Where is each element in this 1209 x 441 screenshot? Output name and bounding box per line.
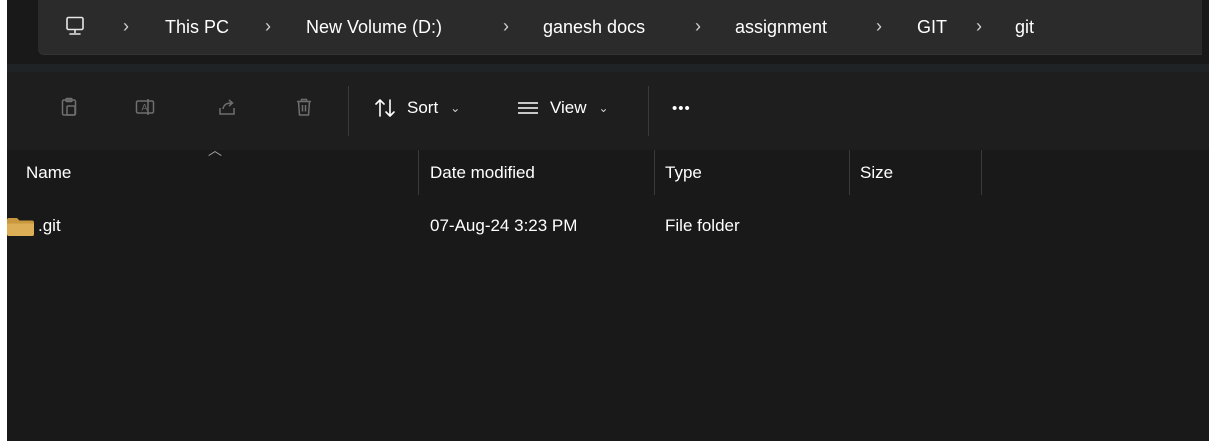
view-label: View [550, 98, 587, 117]
command-bar-divider [348, 86, 349, 136]
breadcrumb-new-volume[interactable]: New Volume (D:) [306, 17, 442, 38]
sort-label: Sort [407, 98, 439, 117]
sort-arrows-icon [375, 99, 395, 117]
breadcrumb-git-upper[interactable]: GIT [917, 17, 947, 38]
breadcrumb-separator[interactable]: › [503, 16, 509, 37]
column-header-date-modified[interactable]: Date modified [430, 163, 535, 183]
computer-monitor-icon[interactable] [64, 15, 86, 37]
more-options-button[interactable]: ••• [672, 95, 691, 121]
breadcrumb-separator[interactable]: › [123, 16, 129, 37]
column-header-name[interactable]: Name [26, 163, 71, 183]
sort-button[interactable]: Sort ⌄ [373, 95, 460, 121]
sort-ascending-caret-icon: ︿ [208, 142, 222, 158]
breadcrumb-separator[interactable]: › [265, 16, 271, 37]
svg-text:A: A [142, 103, 148, 113]
chevron-down-icon: ⌄ [450, 101, 461, 115]
folder-icon [7, 218, 34, 236]
file-type: File folder [665, 216, 740, 235]
view-button[interactable]: View ⌄ [516, 95, 609, 121]
view-lines-icon [518, 102, 538, 114]
chevron-down-icon: ⌄ [598, 101, 609, 115]
breadcrumb-assignment[interactable]: assignment [735, 17, 827, 38]
rename-icon[interactable]: A [134, 96, 156, 118]
column-header-type[interactable]: Type [665, 163, 702, 183]
more-options-label: ••• [672, 99, 691, 117]
file-name[interactable]: .git [38, 216, 61, 236]
share-icon[interactable] [216, 96, 238, 118]
file-date-modified: 07-Aug-24 3:23 PM [430, 216, 578, 235]
file-row[interactable] [7, 210, 1209, 242]
breadcrumb-ganesh-docs[interactable]: ganesh docs [543, 17, 645, 38]
breadcrumb-git-current[interactable]: git [1015, 17, 1034, 38]
paste-icon[interactable] [58, 96, 80, 118]
column-header-row [7, 150, 1209, 196]
breadcrumb-separator[interactable]: › [695, 16, 701, 37]
column-header-size[interactable]: Size [860, 163, 893, 183]
breadcrumb-separator[interactable]: › [876, 16, 882, 37]
breadcrumb-this-pc[interactable]: This PC [165, 17, 229, 38]
command-bar-divider [648, 86, 649, 136]
address-bar-divider [7, 64, 1209, 72]
breadcrumb-separator[interactable]: › [976, 16, 982, 37]
column-resize-handle[interactable] [981, 150, 982, 195]
column-resize-handle[interactable] [849, 150, 850, 195]
column-resize-handle[interactable] [654, 150, 655, 195]
delete-icon[interactable] [293, 96, 315, 118]
column-resize-handle[interactable] [418, 150, 419, 195]
